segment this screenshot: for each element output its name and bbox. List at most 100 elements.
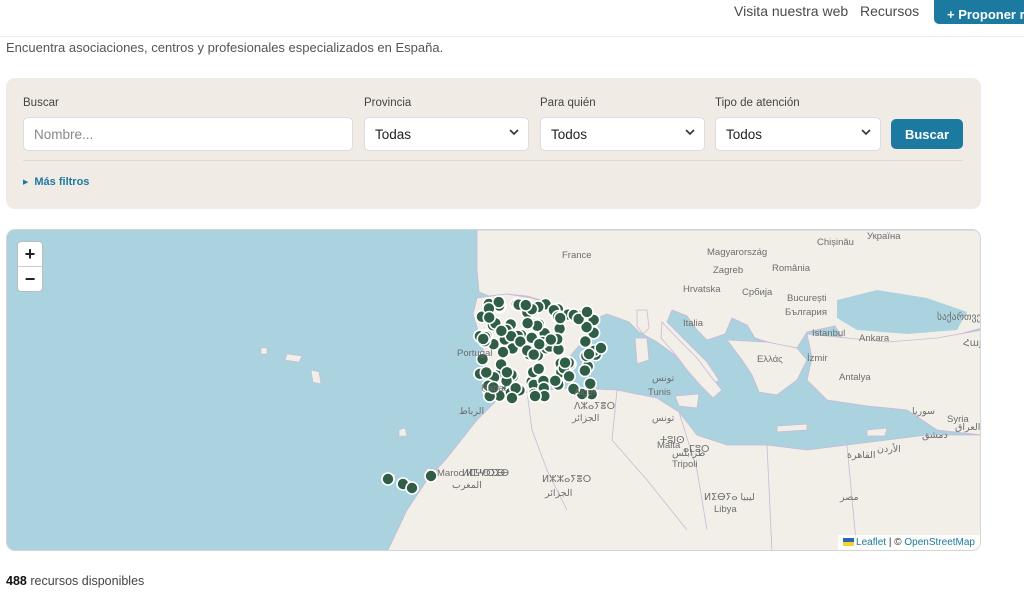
panel-divider — [23, 160, 963, 161]
map-place-label: Հայաստան — [963, 338, 980, 349]
map-place-label: Tunis — [648, 387, 671, 398]
map-marker[interactable] — [405, 481, 419, 495]
map-marker[interactable] — [531, 361, 546, 376]
map-place-label: Maroc ⵍⵎⵖⵔⵉⴱ — [437, 468, 510, 479]
map-place-label: Antalya — [839, 372, 871, 383]
zoom-out-button[interactable]: − — [18, 267, 42, 292]
nav-link-visit-website[interactable]: Visita nuestra web — [734, 3, 848, 19]
map-marker[interactable] — [519, 298, 533, 312]
map-marker[interactable] — [548, 374, 563, 388]
map-place-label: Italia — [683, 318, 704, 329]
map-place-label: ⴷⵣⴰⵢⴻⵔ — [574, 401, 616, 412]
results-count: 488 recursos disponibles — [6, 574, 144, 588]
map-place-label: القاهرة — [847, 450, 876, 461]
for-whom-label: Para quién — [540, 97, 596, 109]
map-marker[interactable] — [528, 389, 542, 403]
zoom-in-button[interactable]: + — [18, 242, 42, 267]
map-place-label: المغرب — [452, 480, 482, 491]
triangle-right-icon: ▶ — [23, 179, 29, 186]
map-place-label: مصر — [840, 492, 859, 503]
ukraine-flag-icon — [843, 538, 855, 547]
province-label: Provincia — [364, 97, 412, 109]
province-select[interactable]: Todas — [364, 117, 529, 151]
filter-panel: Buscar Nombre... Provincia Todas Para qu… — [6, 78, 981, 209]
propose-resource-button[interactable]: + Proponer re — [934, 0, 1024, 24]
map-marker[interactable] — [496, 345, 510, 359]
for-whom-value: Todos — [551, 127, 588, 142]
map-marker[interactable] — [582, 347, 596, 361]
intro-text: Encuentra asociaciones, centros y profes… — [6, 40, 444, 55]
attribution-separator: | © — [888, 537, 902, 548]
map-marker[interactable] — [562, 369, 576, 384]
care-type-select[interactable]: Todos — [715, 117, 881, 151]
map-marker[interactable] — [381, 472, 395, 486]
map-marker[interactable] — [544, 332, 558, 347]
care-type-label: Tipo de atención — [715, 97, 800, 109]
map-marker[interactable] — [500, 365, 514, 380]
map-marker[interactable] — [476, 332, 491, 346]
map-place-label: Rabat — [481, 383, 507, 394]
map-place-label: Україна — [867, 231, 901, 242]
map-place-label: Hrvatska — [683, 284, 721, 295]
map-marker[interactable] — [553, 311, 568, 325]
map-attribution: Leaflet | © OpenStreetMap — [838, 535, 980, 550]
map-marker[interactable] — [580, 305, 594, 319]
map-marker[interactable] — [505, 391, 519, 405]
map-place-label: България — [785, 307, 827, 318]
map-marker[interactable] — [526, 347, 541, 362]
map-place-label: France — [562, 250, 592, 261]
map-place-label: ⵍⵣⵣⴰⵢⴻⵔ — [542, 474, 592, 485]
search-button[interactable]: Buscar — [891, 119, 963, 149]
for-whom-select[interactable]: Todos — [540, 117, 705, 151]
map-place-label: دمشق — [922, 430, 948, 441]
map-marker[interactable] — [520, 316, 535, 331]
map-place-label: București — [787, 293, 827, 304]
search-input[interactable]: Nombre... — [23, 117, 353, 151]
chevron-down-icon — [861, 129, 871, 136]
map-marker[interactable] — [558, 355, 572, 370]
resources-map[interactable]: + − France Magyarország Chișinău Україна Zag… — [6, 229, 981, 551]
map-place-label: Ankara — [859, 333, 890, 344]
map-place-label: Libya — [714, 504, 737, 515]
search-label: Buscar — [23, 97, 59, 109]
map-place-label: Magyarország — [707, 247, 768, 258]
map-marker[interactable] — [479, 365, 494, 380]
map-place-label: تونس — [652, 413, 675, 424]
province-value: Todas — [375, 127, 412, 142]
nav-link-resources[interactable]: Recursos — [860, 3, 919, 19]
map-marker[interactable] — [482, 310, 497, 325]
map-place-label: Tripoli — [672, 459, 698, 470]
map-place-label: العراق — [955, 422, 981, 433]
map-place-label: Србија — [742, 287, 773, 298]
map-place-label: الرباط — [459, 406, 485, 417]
openstreetmap-link[interactable]: OpenStreetMap — [904, 537, 975, 548]
map-place-label: الجزائر — [572, 413, 600, 424]
map-marker[interactable] — [578, 334, 593, 349]
map-place-label: Chișinău — [817, 237, 854, 248]
chevron-down-icon — [509, 129, 519, 136]
map-place-label: تونس — [652, 373, 675, 384]
leaflet-link[interactable]: Leaflet — [856, 537, 886, 548]
map-marker[interactable] — [594, 341, 608, 355]
map-place-label: Istanbul — [812, 328, 846, 339]
results-text: recursos disponibles — [30, 574, 145, 588]
map-marker[interactable] — [578, 363, 592, 378]
map-place-label: طرابلس — [672, 448, 706, 459]
map-place-label: الجزائر — [545, 488, 573, 499]
chevron-down-icon — [685, 129, 695, 136]
map-place-label: საქართველო — [937, 312, 981, 323]
more-filters-label: Más filtros — [34, 176, 90, 188]
map-place-label: Ελλάς — [757, 354, 783, 365]
map-place-label: İzmir — [807, 353, 828, 364]
map-place-label: Zagreb — [713, 265, 744, 276]
map-place-label: سوريا — [912, 406, 935, 417]
map-marker[interactable] — [494, 324, 509, 338]
top-navigation: Visita nuestra web Recursos + Proponer r… — [0, 0, 1024, 37]
map-place-label: الأردن — [877, 444, 901, 455]
results-number: 488 — [6, 574, 27, 588]
map-place-label: România — [772, 263, 811, 274]
more-filters-toggle[interactable]: ▶ Más filtros — [23, 176, 89, 188]
search-placeholder: Nombre... — [34, 127, 94, 142]
care-type-value: Todos — [726, 127, 763, 142]
map-marker[interactable] — [424, 469, 438, 483]
